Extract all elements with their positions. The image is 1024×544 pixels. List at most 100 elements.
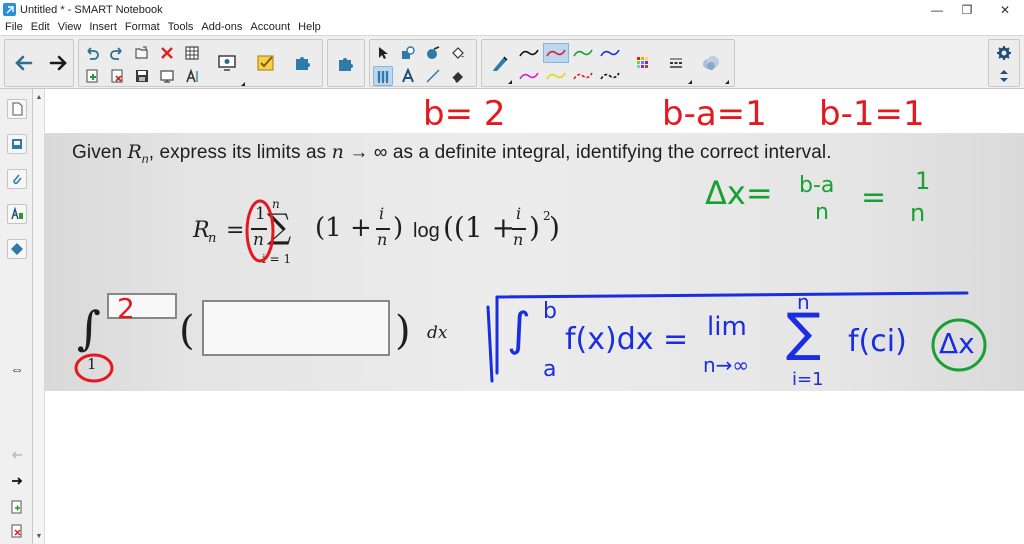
line-tool-button[interactable] — [423, 66, 443, 86]
ink-frac-1[interactable]: 1 — [915, 169, 930, 193]
ink-riemann-dx[interactable]: Δx — [939, 330, 975, 358]
eraser-tool-button[interactable] — [448, 66, 468, 86]
ink-b-minus-1[interactable]: b-1=1 — [819, 97, 925, 131]
save-button[interactable] — [132, 66, 152, 86]
pen-green-swatch[interactable] — [570, 43, 596, 63]
file-edit-group — [78, 39, 323, 87]
menu-insert[interactable]: Insert — [85, 19, 121, 35]
ink-riemann-lower[interactable]: a — [543, 359, 556, 381]
insert-table-button[interactable] — [182, 43, 202, 63]
page-icon — [12, 102, 23, 116]
pens-tool-button[interactable] — [373, 66, 393, 86]
ink-delta-x[interactable]: Δx= — [705, 177, 773, 209]
magic-pen-button[interactable] — [423, 43, 443, 63]
magic-pen-icon — [427, 46, 440, 59]
line-style-button[interactable] — [666, 53, 686, 73]
page-sorter-tab[interactable] — [7, 99, 27, 119]
menu-help[interactable]: Help — [294, 19, 325, 35]
attachments-tab[interactable] — [7, 169, 27, 189]
ink-riemann-fci[interactable]: f(ci) — [848, 327, 907, 357]
ink-riemann-sigma[interactable]: ∑ — [786, 307, 821, 359]
menu-add-ons[interactable]: Add-ons — [197, 19, 246, 35]
undo-button[interactable] — [82, 43, 102, 63]
ink-frac-n[interactable]: n — [815, 202, 829, 224]
ink-riemann-lim-sub[interactable]: n→∞ — [703, 355, 749, 375]
lesson-activity-button[interactable] — [331, 41, 361, 85]
pen-black-swatch[interactable] — [516, 43, 542, 63]
screen-shade-button[interactable] — [157, 66, 177, 86]
menu-format[interactable]: Format — [121, 19, 164, 35]
close-button[interactable]: ✕ — [988, 0, 1022, 19]
add-ons-tab[interactable] — [7, 239, 27, 259]
text-tool-button[interactable] — [398, 66, 418, 86]
whiteboard-canvas[interactable]: Given Rn, express its limits as n → ∞ as… — [45, 89, 1024, 544]
pen-type-button[interactable] — [485, 41, 515, 85]
shapes-tool-button[interactable] — [398, 43, 418, 63]
paint-bucket-icon — [452, 47, 464, 59]
delete-page-button[interactable] — [107, 66, 127, 86]
pen-magenta-swatch[interactable] — [516, 66, 542, 86]
yellow-stroke-icon — [546, 72, 566, 80]
sidebar-previous-button[interactable] — [7, 445, 27, 465]
next-page-button[interactable] — [43, 41, 73, 85]
text-format-button[interactable] — [182, 66, 202, 86]
pen-blue-swatch[interactable] — [597, 43, 623, 63]
menu-file[interactable]: File — [0, 19, 27, 35]
sidebar-expand-button[interactable]: ⇔ — [7, 359, 27, 379]
ink-riemann-sigma-bottom[interactable]: i=1 — [792, 371, 824, 389]
gallery-tab[interactable] — [7, 134, 27, 154]
move-toolbar-button[interactable] — [994, 66, 1014, 86]
vertical-scrollbar[interactable]: ▲ ▼ — [33, 89, 45, 544]
menu-view[interactable]: View — [54, 19, 86, 35]
document-camera-button[interactable] — [212, 41, 242, 85]
sidebar-delete-page-button[interactable] — [7, 521, 27, 541]
pen-yellow-swatch[interactable] — [543, 66, 569, 86]
delete-button[interactable] — [157, 43, 177, 63]
paperclip-icon — [13, 174, 22, 185]
ink-riemann-fx[interactable]: f(x)dx = — [565, 325, 688, 355]
pen-properties-group — [481, 39, 735, 87]
ink-b-minus-a[interactable]: b-a=1 — [662, 97, 767, 131]
shapes-icon — [402, 46, 415, 59]
color-palette-button[interactable] — [633, 53, 653, 73]
ink-riemann-int[interactable]: ∫ — [507, 306, 531, 352]
restore-button[interactable]: ❐ — [950, 0, 984, 19]
ink-riemann-upper[interactable]: b — [543, 301, 557, 323]
pen-pink-dashed-swatch[interactable] — [570, 66, 596, 86]
pen-red-swatch[interactable] — [543, 43, 569, 63]
sidebar-next-button[interactable] — [7, 471, 27, 491]
add-ons-button[interactable] — [287, 41, 317, 85]
integrand-input[interactable] — [202, 300, 390, 356]
add-page-button[interactable] — [82, 66, 102, 86]
activity-builder-button[interactable] — [251, 41, 281, 85]
ink-b-equals-2[interactable]: b= 2 — [423, 97, 506, 131]
menu-account[interactable]: Account — [246, 19, 294, 35]
menu-edit[interactable]: Edit — [27, 19, 54, 35]
arrow-right-icon — [49, 55, 67, 71]
properties-tab[interactable] — [7, 204, 27, 224]
fill-effects-button[interactable] — [696, 41, 726, 85]
settings-button[interactable] — [994, 43, 1014, 63]
text-a-icon — [186, 68, 198, 83]
gear-icon — [997, 46, 1011, 60]
menu-tools[interactable]: Tools — [164, 19, 198, 35]
open-file-button[interactable] — [132, 43, 152, 63]
select-tool-button[interactable] — [373, 43, 393, 63]
ink-riemann-lim[interactable]: lim — [707, 314, 747, 340]
ink-frac-n2[interactable]: n — [910, 201, 925, 225]
add-ons-icon — [11, 243, 23, 255]
scroll-up-arrow-icon[interactable]: ▲ — [33, 91, 45, 103]
fill-tool-button[interactable] — [448, 43, 468, 63]
minimize-button[interactable]: — — [920, 0, 954, 19]
pen-black-dashed-swatch[interactable] — [597, 66, 623, 86]
ink-upper-limit-2[interactable]: 2 — [117, 295, 135, 323]
arrow-right-small-icon — [12, 477, 23, 485]
sidebar-add-page-button[interactable] — [7, 497, 27, 517]
redo-button[interactable] — [107, 43, 127, 63]
window-title: Untitled * - SMART Notebook — [20, 3, 163, 16]
line-icon — [426, 69, 440, 83]
previous-page-button[interactable] — [9, 41, 39, 85]
ink-equals-2[interactable]: = — [861, 183, 886, 213]
scroll-down-arrow-icon[interactable]: ▼ — [33, 530, 45, 542]
ink-frac-b-a[interactable]: b-a — [799, 175, 834, 197]
